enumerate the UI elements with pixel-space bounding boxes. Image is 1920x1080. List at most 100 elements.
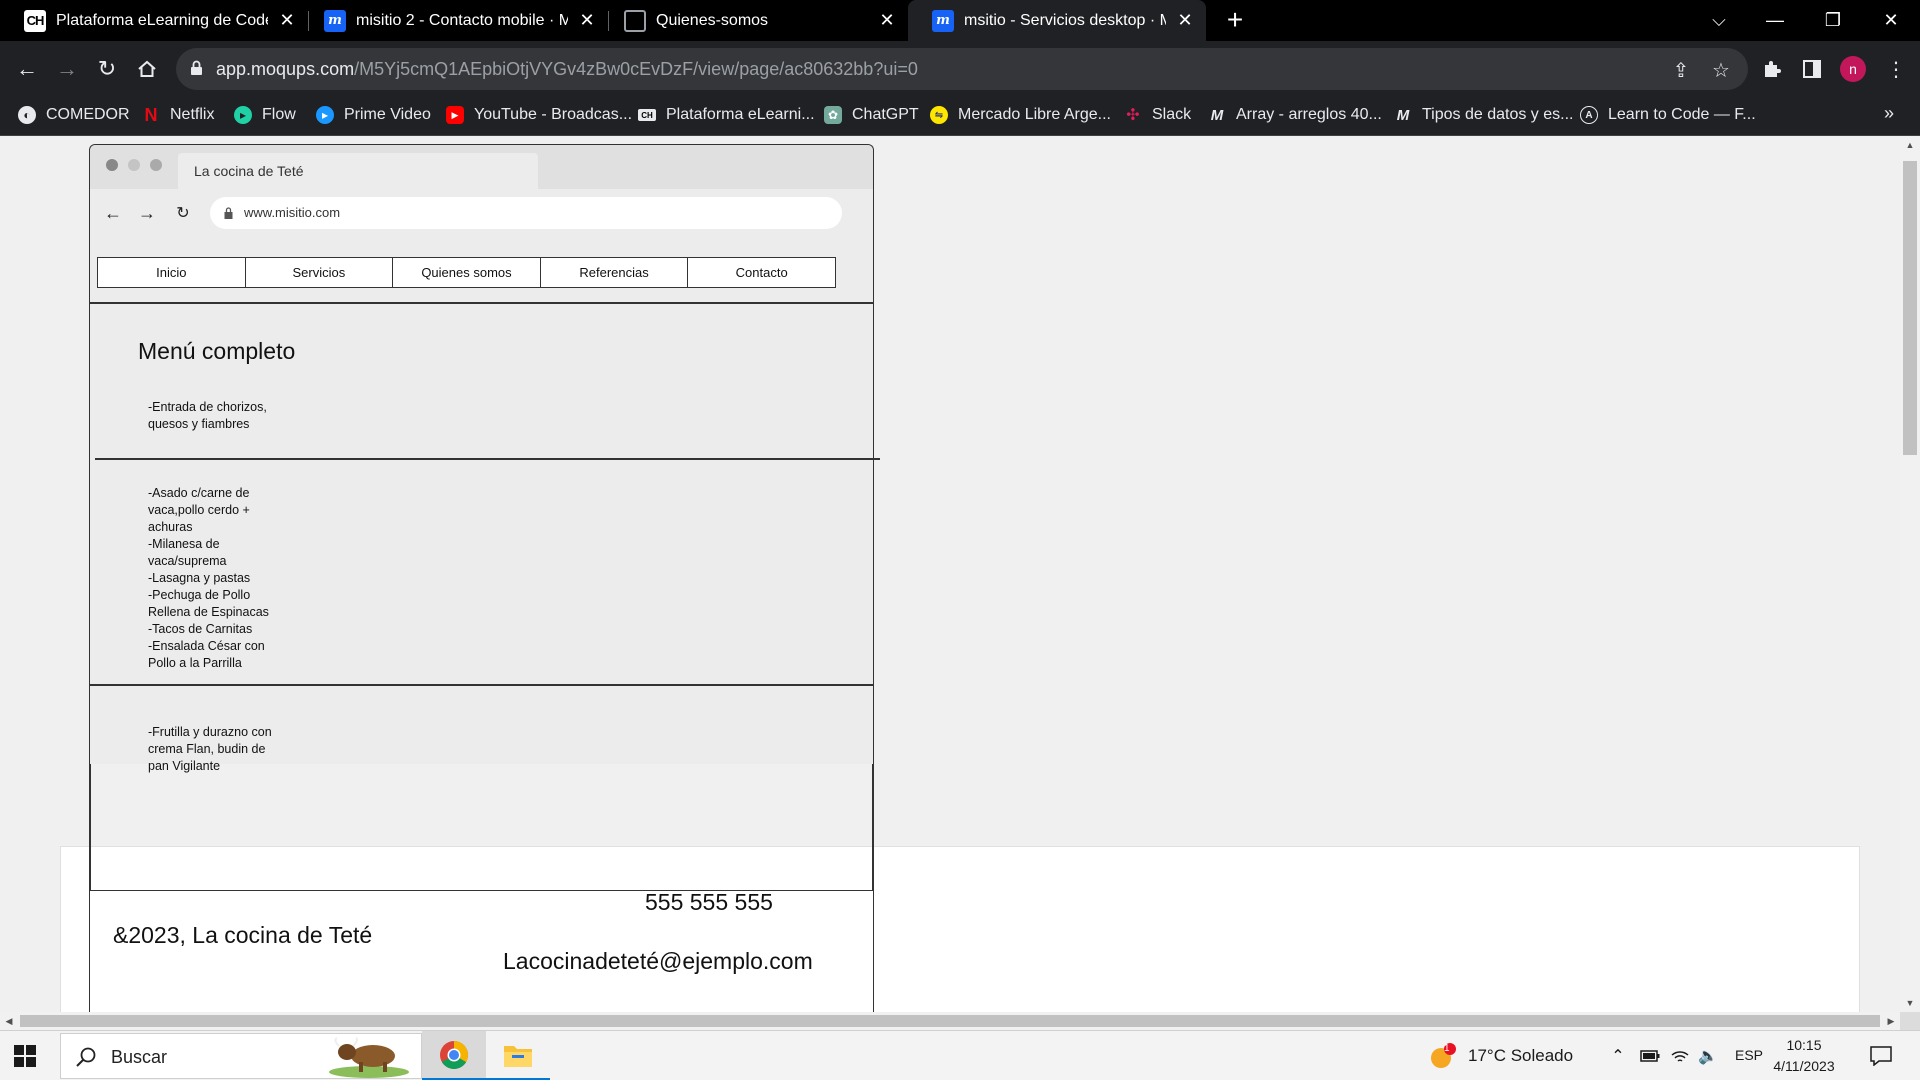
browser-toolbar: ← → ↻ app.moqups.com/M5Yj5cmQ1AEpbiOtjVY… bbox=[0, 41, 1920, 97]
prime-video-icon: ▸ bbox=[316, 106, 334, 124]
close-window-button[interactable]: ✕ bbox=[1862, 0, 1920, 41]
extensions-icon[interactable] bbox=[1758, 55, 1786, 83]
bookmark-star-icon[interactable]: ☆ bbox=[1710, 59, 1732, 82]
divider bbox=[95, 458, 880, 460]
tab-servicios-desktop[interactable]: m msitio - Servicios desktop · Moq ✕ bbox=[908, 0, 1206, 41]
bookmark-array[interactable]: M Array - arreglos 40... bbox=[1208, 97, 1382, 133]
back-button[interactable]: ← bbox=[9, 51, 45, 87]
divider bbox=[89, 764, 91, 890]
tab-quienes-somos[interactable]: Quienes-somos ✕ bbox=[600, 0, 908, 41]
close-icon[interactable]: ✕ bbox=[278, 10, 296, 30]
minimize-button[interactable]: — bbox=[1746, 0, 1804, 41]
search-icon bbox=[76, 1047, 96, 1067]
vertical-scrollbar[interactable]: ▲ ▼ bbox=[1900, 136, 1920, 1012]
side-panel-icon[interactable] bbox=[1798, 55, 1826, 83]
weather-sun-icon[interactable] bbox=[1430, 1043, 1456, 1069]
taskbar-search[interactable]: Buscar bbox=[60, 1033, 422, 1079]
restore-button[interactable]: ❐ bbox=[1804, 0, 1862, 41]
youtube-icon: ▶ bbox=[446, 106, 464, 124]
netflix-icon: N bbox=[144, 104, 158, 125]
scroll-thumb[interactable] bbox=[20, 1015, 1880, 1027]
bookmark-chatgpt[interactable]: ✿ ChatGPT bbox=[824, 97, 919, 133]
scroll-thumb[interactable] bbox=[1903, 161, 1917, 455]
menu-section-postres: -Frutilla y durazno con crema Flan, budi… bbox=[148, 725, 272, 773]
bookmark-label: COMEDOR bbox=[46, 106, 130, 123]
moqups-icon: m bbox=[324, 9, 346, 32]
tab-misitio2[interactable]: m misitio 2 - Contacto mobile · Mo ✕ bbox=[300, 0, 608, 41]
slack-icon: ✣ bbox=[1126, 107, 1140, 124]
share-icon[interactable]: ⇪ bbox=[1670, 59, 1692, 82]
bookmark-netflix[interactable]: N Netflix bbox=[142, 97, 215, 133]
tab-search-chevron-icon[interactable]: ⌵ bbox=[1690, 0, 1748, 41]
bookmarks-overflow-icon[interactable]: » bbox=[1884, 103, 1894, 124]
chrome-taskbar-button[interactable] bbox=[422, 1031, 486, 1080]
footer-phone: 555 555 555 bbox=[645, 889, 773, 915]
bookmark-youtube[interactable]: ▶ YouTube - Broadcas... bbox=[446, 97, 632, 133]
weather-text[interactable]: 17°C Soleado bbox=[1468, 1046, 1573, 1066]
globe-icon bbox=[624, 9, 646, 32]
forward-button[interactable]: → bbox=[49, 51, 85, 87]
bookmark-label: Tipos de datos y es... bbox=[1422, 106, 1574, 123]
system-clock[interactable]: 10:15 4/11/2023 bbox=[1756, 1035, 1852, 1077]
bookmark-label: Mercado Libre Arge... bbox=[958, 106, 1111, 123]
notifications-icon[interactable] bbox=[1868, 1046, 1894, 1066]
wireframe: La cocina de Teté www.misitio.com ← → ↻ … bbox=[89, 144, 880, 1012]
volume-icon[interactable]: 🔈 bbox=[1698, 1046, 1718, 1066]
bookmark-label: Array - arreglos 40... bbox=[1236, 106, 1382, 123]
coderhouse-icon: CH bbox=[24, 9, 46, 32]
bookmark-learn-to-code[interactable]: A Learn to Code — F... bbox=[1580, 97, 1756, 133]
url-text[interactable]: app.moqups.com/M5Yj5cmQ1AEpbiOtjVYGv4zBw… bbox=[216, 48, 918, 90]
flow-icon: ▸ bbox=[234, 106, 252, 124]
bookmark-plataforma[interactable]: CH Plataforma eLearni... bbox=[638, 97, 815, 133]
divider bbox=[89, 684, 874, 686]
scroll-right-icon[interactable]: ▶ bbox=[1882, 1012, 1900, 1030]
nav-inicio[interactable]: Inicio bbox=[98, 258, 246, 287]
scroll-left-icon[interactable]: ◀ bbox=[0, 1012, 18, 1030]
bookmark-comedor[interactable]: ◐ COMEDOR bbox=[18, 97, 130, 133]
horizontal-scrollbar[interactable]: ◀ ▶ bbox=[0, 1012, 1900, 1030]
battery-icon[interactable] bbox=[1640, 1046, 1660, 1066]
nav-quienes-somos[interactable]: Quienes somos bbox=[393, 258, 541, 287]
menu-kebab-icon[interactable]: ⋮ bbox=[1882, 55, 1910, 83]
freecodecamp-icon: A bbox=[1580, 106, 1598, 124]
bookmarks-bar: ◐ COMEDOR N Netflix ▸ Flow ▸ Prime Video… bbox=[0, 97, 1920, 136]
bookmark-tipos-de-datos[interactable]: M Tipos de datos y es... bbox=[1394, 97, 1574, 133]
footer-copyright: &2023, La cocina de Teté bbox=[113, 922, 373, 948]
search-placeholder: Buscar bbox=[111, 1047, 168, 1067]
url-path: /M5Yj5cmQ1AEpbiOtjVYGv4zBw0cEvDzF/view/p… bbox=[354, 59, 918, 79]
bookmark-slack[interactable]: ✣ Slack bbox=[1124, 97, 1191, 133]
file-explorer-taskbar-button[interactable] bbox=[486, 1031, 550, 1080]
nav-contacto[interactable]: Contacto bbox=[688, 258, 835, 287]
bookmark-mercado-libre[interactable]: ⇋ Mercado Libre Arge... bbox=[930, 97, 1111, 133]
reload-button[interactable]: ↻ bbox=[89, 51, 125, 87]
nav-referencias[interactable]: Referencias bbox=[541, 258, 689, 287]
window-dot-icon bbox=[150, 159, 162, 171]
home-button[interactable] bbox=[129, 51, 165, 87]
lock-icon[interactable] bbox=[190, 60, 203, 76]
close-icon[interactable]: ✕ bbox=[1176, 10, 1194, 30]
chevron-up-icon[interactable]: ⌃ bbox=[1608, 1046, 1628, 1066]
bookmark-label: Netflix bbox=[170, 106, 215, 123]
windows-start-icon[interactable] bbox=[14, 1045, 36, 1067]
forward-arrow-icon: → bbox=[138, 202, 156, 223]
wireframe-titlebar: La cocina de Teté bbox=[90, 145, 873, 189]
bookmark-flow[interactable]: ▸ Flow bbox=[234, 97, 296, 133]
new-tab-button[interactable]: + bbox=[1221, 4, 1249, 35]
tab-coderhouse[interactable]: CH Plataforma eLearning de Coderh ✕ bbox=[0, 0, 308, 41]
window-dot-icon bbox=[128, 159, 140, 171]
tab-title: Plataforma eLearning de Coderh bbox=[56, 11, 268, 29]
scroll-up-icon[interactable]: ▲ bbox=[1900, 136, 1920, 154]
wifi-icon[interactable] bbox=[1670, 1046, 1690, 1066]
close-icon[interactable]: ✕ bbox=[878, 10, 896, 30]
bookmark-label: Slack bbox=[1152, 106, 1192, 123]
close-icon[interactable]: ✕ bbox=[578, 10, 596, 30]
tab-title: misitio 2 - Contacto mobile · Mo bbox=[356, 11, 568, 29]
scroll-down-icon[interactable]: ▼ bbox=[1900, 994, 1920, 1012]
bookmark-prime-video[interactable]: ▸ Prime Video bbox=[316, 97, 431, 133]
nav-servicios[interactable]: Servicios bbox=[246, 258, 394, 287]
tab-title: Quienes-somos bbox=[656, 11, 769, 29]
profile-avatar[interactable]: n bbox=[1840, 56, 1866, 82]
wireframe-address-row: www.misitio.com bbox=[90, 189, 873, 235]
address-bar[interactable]: app.moqups.com/M5Yj5cmQ1AEpbiOtjVYGv4zBw… bbox=[176, 48, 1748, 90]
chatgpt-icon: ✿ bbox=[824, 106, 842, 124]
